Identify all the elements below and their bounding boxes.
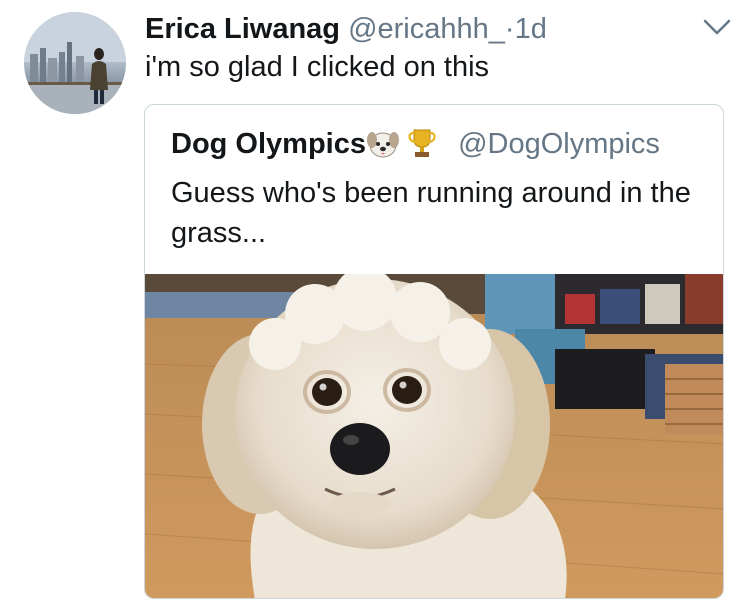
profile-photo xyxy=(24,12,126,114)
quoted-tweet-text: Guess who's been running around in the g… xyxy=(171,177,691,249)
trophy-icon xyxy=(408,127,436,167)
tweet-text: i'm so glad I clicked on this xyxy=(145,51,490,83)
quoted-tweet-header: Dog Olympics @DogOlympics xyxy=(171,127,660,167)
separator-dot: · xyxy=(504,13,515,45)
tweet-timestamp[interactable]: 1d xyxy=(515,13,547,45)
quoted-author-handle: @DogOlympics xyxy=(458,128,660,160)
quoted-tweet[interactable]: Dog Olympics @DogOlympics Guess who's be… xyxy=(144,104,724,599)
dog-face-icon xyxy=(366,129,400,167)
avatar[interactable] xyxy=(24,12,126,114)
author-name[interactable]: Erica Liwanag xyxy=(145,13,340,45)
dog-photo[interactable] xyxy=(145,267,723,598)
chevron-down-icon[interactable] xyxy=(702,16,732,38)
author-handle[interactable]: @ericahhh_ xyxy=(348,13,505,45)
quoted-author-name: Dog Olympics xyxy=(171,128,366,160)
tweet-header: Erica Liwanag @ericahhh_·1d xyxy=(145,12,547,46)
